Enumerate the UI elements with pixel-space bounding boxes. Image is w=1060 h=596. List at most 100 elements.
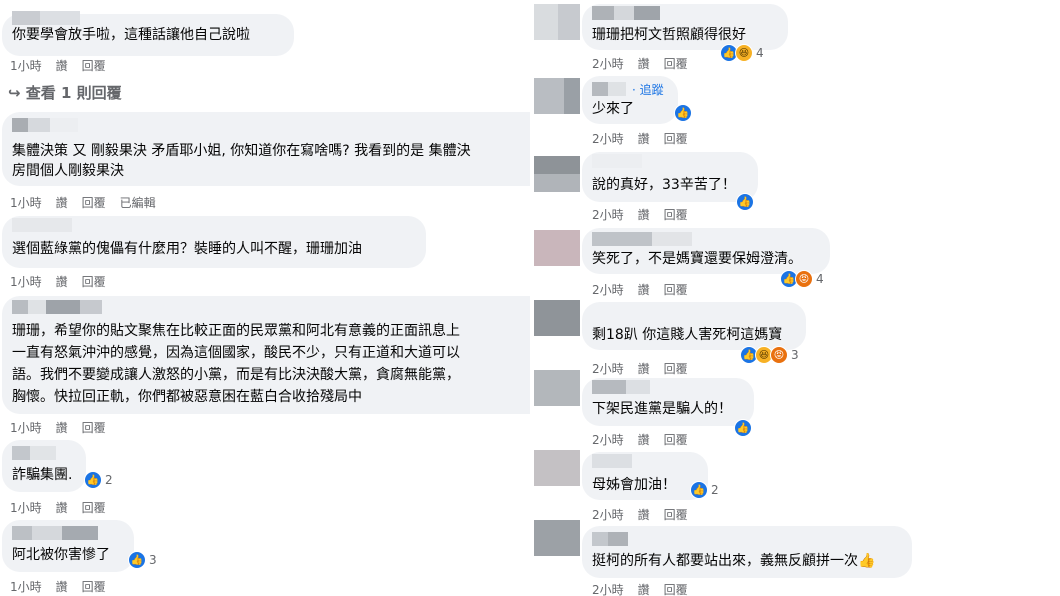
commenter-name-blurred[interactable] (592, 532, 628, 546)
comment-bubble: 珊珊，希望你的貼文聚焦在比較正面的民眾黨和阿北有意義的正面訊息上 一直有怒氣沖沖… (2, 296, 530, 414)
comment-bubble: · 追蹤 少來了 (582, 76, 678, 124)
like-link[interactable]: 讚 (638, 283, 650, 297)
reaction-count: 3 (791, 348, 799, 362)
avatar[interactable] (534, 156, 580, 192)
like-link[interactable]: 讚 (638, 362, 650, 376)
comment-time: 2小時 (592, 57, 624, 71)
reply-link[interactable]: 回覆 (82, 421, 106, 435)
comment-time: 1小時 (10, 501, 42, 515)
reaction-summary[interactable]: 👍 😡 4 (780, 270, 824, 288)
reaction-summary[interactable]: 👍 😆 😡 3 (740, 346, 799, 364)
comment-bubble: 下架民進黨是騙人的！ (582, 378, 754, 426)
commenter-name-blurred[interactable] (12, 526, 98, 540)
comment-bubble: 集體決策 又 剛毅果決 矛盾耶小姐, 你知道你在寫啥嗎? 我看到的是 集體決 房… (2, 112, 530, 186)
reaction-count: 4 (816, 272, 824, 286)
commenter-name-blurred[interactable] (12, 446, 56, 460)
reply-link[interactable]: 回覆 (664, 208, 688, 222)
comment-meta: 1小時讚回覆 (10, 578, 120, 595)
reply-link[interactable]: 回覆 (664, 362, 688, 376)
thumbs-up-icon: 👍 (674, 104, 692, 122)
avatar[interactable] (534, 450, 580, 486)
like-link[interactable]: 讚 (56, 421, 68, 435)
thumbs-up-icon: 👍 (736, 193, 754, 211)
reply-link[interactable]: 回覆 (664, 57, 688, 71)
comment-time: 2小時 (592, 583, 624, 596)
commenter-name-blurred[interactable] (592, 232, 692, 246)
comment-bubble: 阿北被你害慘了 (2, 520, 134, 572)
reply-link[interactable]: 回覆 (664, 583, 688, 596)
reply-link[interactable]: 回覆 (664, 132, 688, 146)
comment-text-line: 集體決策 又 剛毅果決 矛盾耶小姐, 你知道你在寫啥嗎? 我看到的是 集體決 (12, 143, 471, 159)
avatar[interactable] (534, 4, 580, 40)
reaction-summary[interactable]: 👍 3 (128, 551, 157, 569)
comment-meta: 2小時讚回覆 (592, 130, 702, 147)
reaction-summary[interactable]: 👍 (674, 104, 692, 122)
like-link[interactable]: 讚 (638, 583, 650, 596)
avatar[interactable] (534, 520, 580, 556)
left-comment-column: 你要學會放手啦，這種話讓他自己說啦 1小時讚回覆 ↪ 查看 1 則回覆 集體決策… (0, 0, 530, 596)
commenter-name-blurred[interactable] (12, 300, 102, 314)
reaction-summary[interactable]: 👍 (734, 419, 752, 437)
angry-face-icon: 😡 (795, 270, 813, 288)
commenter-name-blurred[interactable] (592, 82, 626, 96)
comment-time: 1小時 (10, 421, 42, 435)
commenter-name-blurred[interactable] (12, 118, 78, 132)
avatar[interactable] (534, 78, 580, 114)
like-link[interactable]: 讚 (56, 196, 68, 210)
comment-text: 說的真好，33辛苦了！ (592, 177, 736, 193)
comment-time: 2小時 (592, 283, 624, 297)
reply-link[interactable]: 回覆 (664, 433, 688, 447)
like-link[interactable]: 讚 (56, 580, 68, 594)
view-replies-link[interactable]: ↪ 查看 1 則回覆 (8, 82, 122, 103)
reaction-summary[interactable]: 👍 2 (84, 471, 113, 489)
comment-text: 剩18趴 你這賤人害死柯這媽寶 (592, 327, 783, 343)
reaction-summary[interactable]: 👍 😆 4 (720, 44, 764, 62)
commenter-name-blurred[interactable] (12, 11, 80, 25)
reaction-count: 4 (756, 46, 764, 60)
comment-meta: 2小時讚回覆 (592, 506, 702, 523)
comment-text-line: 珊珊，希望你的貼文聚焦在比較正面的民眾黨和阿北有意義的正面訊息上 (12, 323, 460, 339)
like-link[interactable]: 讚 (638, 208, 650, 222)
commenter-name-blurred[interactable] (592, 380, 650, 394)
comment-meta: 1小時讚回覆 已編輯 (10, 194, 170, 211)
follow-link[interactable]: · 追蹤 (632, 81, 664, 98)
comment-time: 2小時 (592, 433, 624, 447)
comment-time: 1小時 (10, 275, 42, 289)
like-link[interactable]: 讚 (56, 275, 68, 289)
like-link[interactable]: 讚 (638, 433, 650, 447)
comment-meta: 1小時讚回覆 (10, 273, 120, 290)
like-link[interactable]: 讚 (638, 508, 650, 522)
reaction-summary[interactable]: 👍 2 (690, 481, 719, 499)
reply-link[interactable]: 回覆 (82, 196, 106, 210)
avatar[interactable] (534, 230, 580, 266)
comment-bubble: 你要學會放手啦，這種話讓他自己說啦 (2, 11, 294, 56)
comment-text-line: 房間個人剛毅果決 (12, 163, 124, 179)
reply-link[interactable]: 回覆 (664, 283, 688, 297)
reaction-count: 3 (149, 553, 157, 567)
comment-time: 1小時 (10, 196, 42, 210)
comment-text: 母姊會加油！ (592, 477, 676, 493)
reply-link[interactable]: 回覆 (82, 275, 106, 289)
reaction-summary[interactable]: 👍 (736, 193, 754, 211)
reply-link[interactable]: 回覆 (82, 501, 106, 515)
reply-link[interactable]: 回覆 (82, 580, 106, 594)
like-link[interactable]: 讚 (56, 59, 68, 73)
like-link[interactable]: 讚 (638, 57, 650, 71)
reply-link[interactable]: 回覆 (664, 508, 688, 522)
avatar[interactable] (534, 300, 580, 336)
reply-link[interactable]: 回覆 (82, 59, 106, 73)
like-link[interactable]: 讚 (638, 132, 650, 146)
commenter-name-blurred[interactable] (592, 454, 632, 468)
avatar[interactable] (534, 370, 580, 406)
comment-meta: 2小時讚回覆 (592, 206, 702, 223)
commenter-name-blurred[interactable] (12, 218, 72, 232)
comment-text: 詐騙集團. (12, 467, 73, 483)
like-link[interactable]: 讚 (56, 501, 68, 515)
comment-text: 阿北被你害慘了 (12, 547, 110, 563)
thumbs-up-icon: 👍 (84, 471, 102, 489)
comment-time: 1小時 (10, 59, 42, 73)
comment-bubble: 詐騙集團. (2, 440, 86, 492)
edited-label: 已編輯 (119, 196, 156, 210)
commenter-name-blurred[interactable] (592, 6, 660, 20)
commenter-name-blurred[interactable] (592, 154, 642, 168)
